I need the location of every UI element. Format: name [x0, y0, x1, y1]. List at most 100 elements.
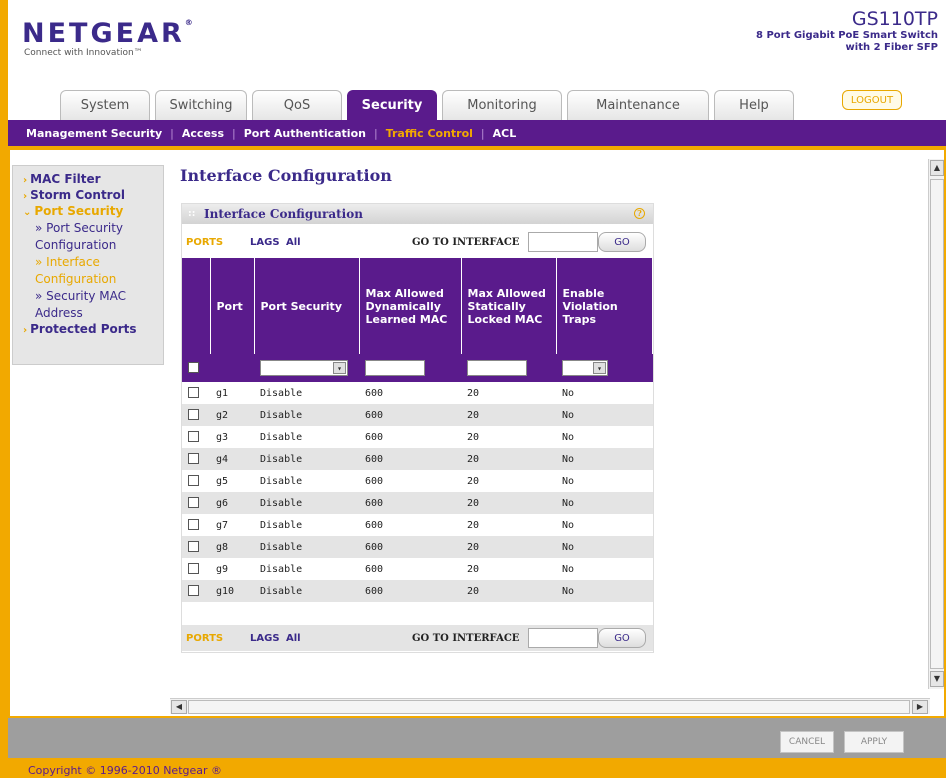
netgear-logo: NETGEAR®	[22, 18, 196, 49]
cell-violation-traps: No	[556, 448, 653, 470]
header-max-static: Max Allowed Statically Locked MAC	[461, 258, 557, 354]
chevron-right-icon: ›	[23, 325, 28, 336]
filter-ports-link[interactable]: PORTS	[186, 633, 223, 644]
table-row[interactable]: g9 Disable 600 20 No	[182, 558, 653, 580]
menu-storm-control[interactable]: › Storm Control	[23, 188, 157, 204]
table-row[interactable]: g7 Disable 600 20 No	[182, 514, 653, 536]
menu-security-mac-address[interactable]: » Security MAC Address	[23, 288, 157, 322]
row-checkbox[interactable]	[188, 563, 199, 575]
filter-lags-link[interactable]: LAGS	[250, 237, 280, 248]
cell-max-static: 20	[461, 536, 556, 558]
row-checkbox[interactable]	[188, 541, 199, 553]
scroll-thumb[interactable]	[188, 700, 910, 714]
apply-button[interactable]: APPLY	[844, 731, 904, 753]
filter-all-link[interactable]: All	[286, 237, 301, 248]
menu-protected-ports[interactable]: › Protected Ports	[23, 322, 157, 338]
table-row[interactable]: g4 Disable 600 20 No	[182, 448, 653, 470]
menu-interface-configuration[interactable]: » Interface Configuration	[23, 254, 157, 288]
subnav-separator: |	[480, 126, 485, 140]
menu-port-security[interactable]: ⌄ Port Security	[23, 204, 157, 220]
subnav-port-authentication[interactable]: Port Authentication	[244, 127, 366, 140]
go-to-interface-input[interactable]	[528, 232, 598, 252]
max-static-input[interactable]	[467, 360, 527, 376]
row-checkbox[interactable]	[188, 497, 199, 509]
table-row[interactable]: g6 Disable 600 20 No	[182, 492, 653, 514]
cell-port: g5	[216, 475, 229, 487]
subnav-acl[interactable]: ACL	[493, 127, 517, 140]
table-row[interactable]: g10 Disable 600 20 No	[182, 580, 653, 602]
tab-maintenance[interactable]: Maintenance	[567, 90, 709, 120]
tab-system[interactable]: System	[60, 90, 150, 120]
model-desc-1: 8 Port Gigabit PoE Smart Switch	[756, 30, 938, 41]
row-checkbox[interactable]	[188, 585, 199, 597]
filter-bar-top: PORTS LAGS All GO TO INTERFACE GO	[182, 229, 653, 255]
tab-security[interactable]: Security	[347, 90, 437, 120]
logout-button[interactable]: LOGOUT	[842, 90, 902, 110]
table-row[interactable]: g1 Disable 600 20 No	[182, 382, 653, 404]
subnav-management-security[interactable]: Management Security	[26, 127, 162, 140]
cancel-button[interactable]: CANCEL	[780, 731, 834, 753]
cell-max-static: 20	[461, 404, 556, 426]
cell-port-security: Disable	[260, 519, 303, 531]
cell-port: g3	[216, 431, 229, 443]
tab-qos[interactable]: QoS	[252, 90, 342, 120]
tab-switching[interactable]: Switching	[155, 90, 247, 120]
row-checkbox[interactable]	[188, 519, 199, 531]
cell-violation-traps: No	[562, 387, 575, 399]
model-name: GS110TP	[851, 8, 938, 30]
table-row[interactable]: g3 Disable 600 20 No	[182, 426, 653, 448]
filter-ports-link[interactable]: PORTS	[186, 237, 223, 248]
port-security-select[interactable]: ▾	[260, 360, 348, 376]
panel-header: :: Interface Configuration ?	[182, 204, 653, 224]
go-to-interface-input[interactable]	[528, 628, 598, 648]
row-checkbox[interactable]	[188, 409, 199, 421]
go-button[interactable]: GO	[598, 232, 646, 252]
scroll-down-icon[interactable]: ▼	[930, 671, 944, 687]
cell-port: g9	[216, 563, 229, 575]
go-button[interactable]: GO	[598, 628, 646, 648]
cell-max-static: 20	[461, 580, 556, 602]
select-all-checkbox[interactable]	[188, 362, 199, 374]
subnav-access[interactable]: Access	[182, 127, 224, 140]
cell-port: g10	[210, 580, 254, 602]
main-tabs: System Switching QoS Security Monitoring…	[60, 90, 799, 120]
header-violation-traps: Enable Violation Traps	[556, 258, 653, 354]
subnav-separator: |	[170, 126, 174, 140]
scroll-left-icon[interactable]: ◀	[171, 700, 187, 714]
horizontal-scrollbar[interactable]: ◀ ▶	[170, 698, 930, 714]
tab-help[interactable]: Help	[714, 90, 794, 120]
cell-port-security: Disable	[260, 387, 303, 399]
header-port-security: Port Security	[254, 258, 360, 354]
scroll-up-icon[interactable]: ▲	[930, 160, 944, 176]
menu-mac-filter[interactable]: › MAC Filter	[23, 172, 157, 188]
violation-traps-select[interactable]: ▾	[562, 360, 608, 376]
subnav-separator: |	[373, 126, 378, 140]
cell-violation-traps: No	[562, 519, 575, 531]
scroll-thumb[interactable]	[930, 179, 944, 669]
cell-port-security: Disable	[254, 492, 359, 514]
row-checkbox[interactable]	[188, 431, 199, 443]
filter-bar-bottom: PORTS LAGS All GO TO INTERFACE GO	[182, 625, 653, 651]
cell-port-security: Disable	[254, 448, 359, 470]
row-checkbox[interactable]	[188, 475, 199, 487]
menu-port-security-configuration[interactable]: » Port Security Configuration	[23, 220, 157, 254]
cell-violation-traps: No	[556, 580, 653, 602]
table-row[interactable]: g5 Disable 600 20 No	[182, 470, 653, 492]
cell-max-static: 20	[467, 563, 480, 575]
row-checkbox[interactable]	[188, 453, 199, 465]
help-icon[interactable]: ?	[634, 208, 645, 219]
tab-monitoring[interactable]: Monitoring	[442, 90, 562, 120]
max-dynamic-input[interactable]	[365, 360, 425, 376]
vertical-scrollbar[interactable]: ▲ ▼	[928, 159, 944, 689]
row-checkbox[interactable]	[188, 387, 199, 399]
cell-violation-traps: No	[556, 404, 653, 426]
scroll-right-icon[interactable]: ▶	[912, 700, 928, 714]
cell-max-static: 20	[461, 492, 556, 514]
table-row[interactable]: g8 Disable 600 20 No	[182, 536, 653, 558]
filter-all-link[interactable]: All	[286, 633, 301, 644]
table-row[interactable]: g2 Disable 600 20 No	[182, 404, 653, 426]
cell-port-security: Disable	[260, 563, 303, 575]
header-max-dynamic: Max Allowed Dynamically Learned MAC	[359, 258, 462, 354]
subnav-traffic-control[interactable]: Traffic Control	[386, 127, 473, 140]
filter-lags-link[interactable]: LAGS	[250, 633, 280, 644]
